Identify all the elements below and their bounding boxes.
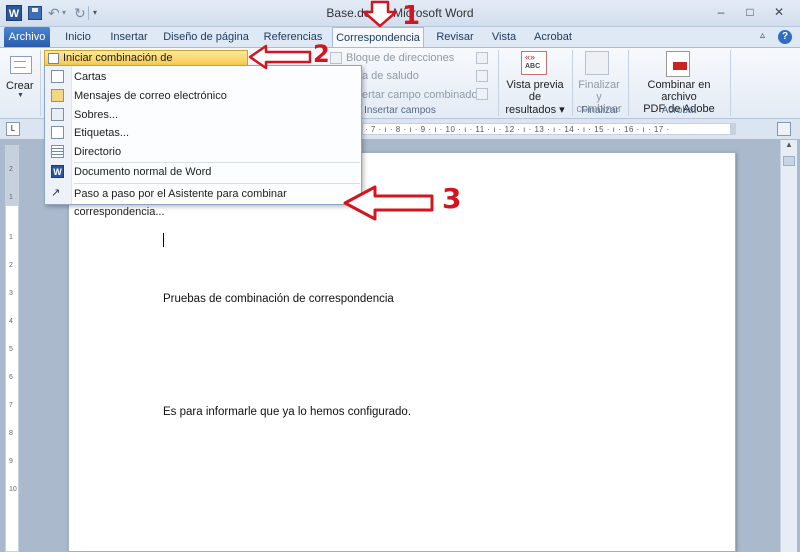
annotation-arrow-2 [248,44,312,70]
annotation-number-2: 2 [313,40,330,68]
annotation-arrow-3 [343,185,434,221]
annotation-number-1: 1 [402,1,421,31]
annotation-number-3: 3 [442,182,462,215]
annotation-arrow-1 [362,0,398,28]
annotation-overlay [248,0,434,221]
